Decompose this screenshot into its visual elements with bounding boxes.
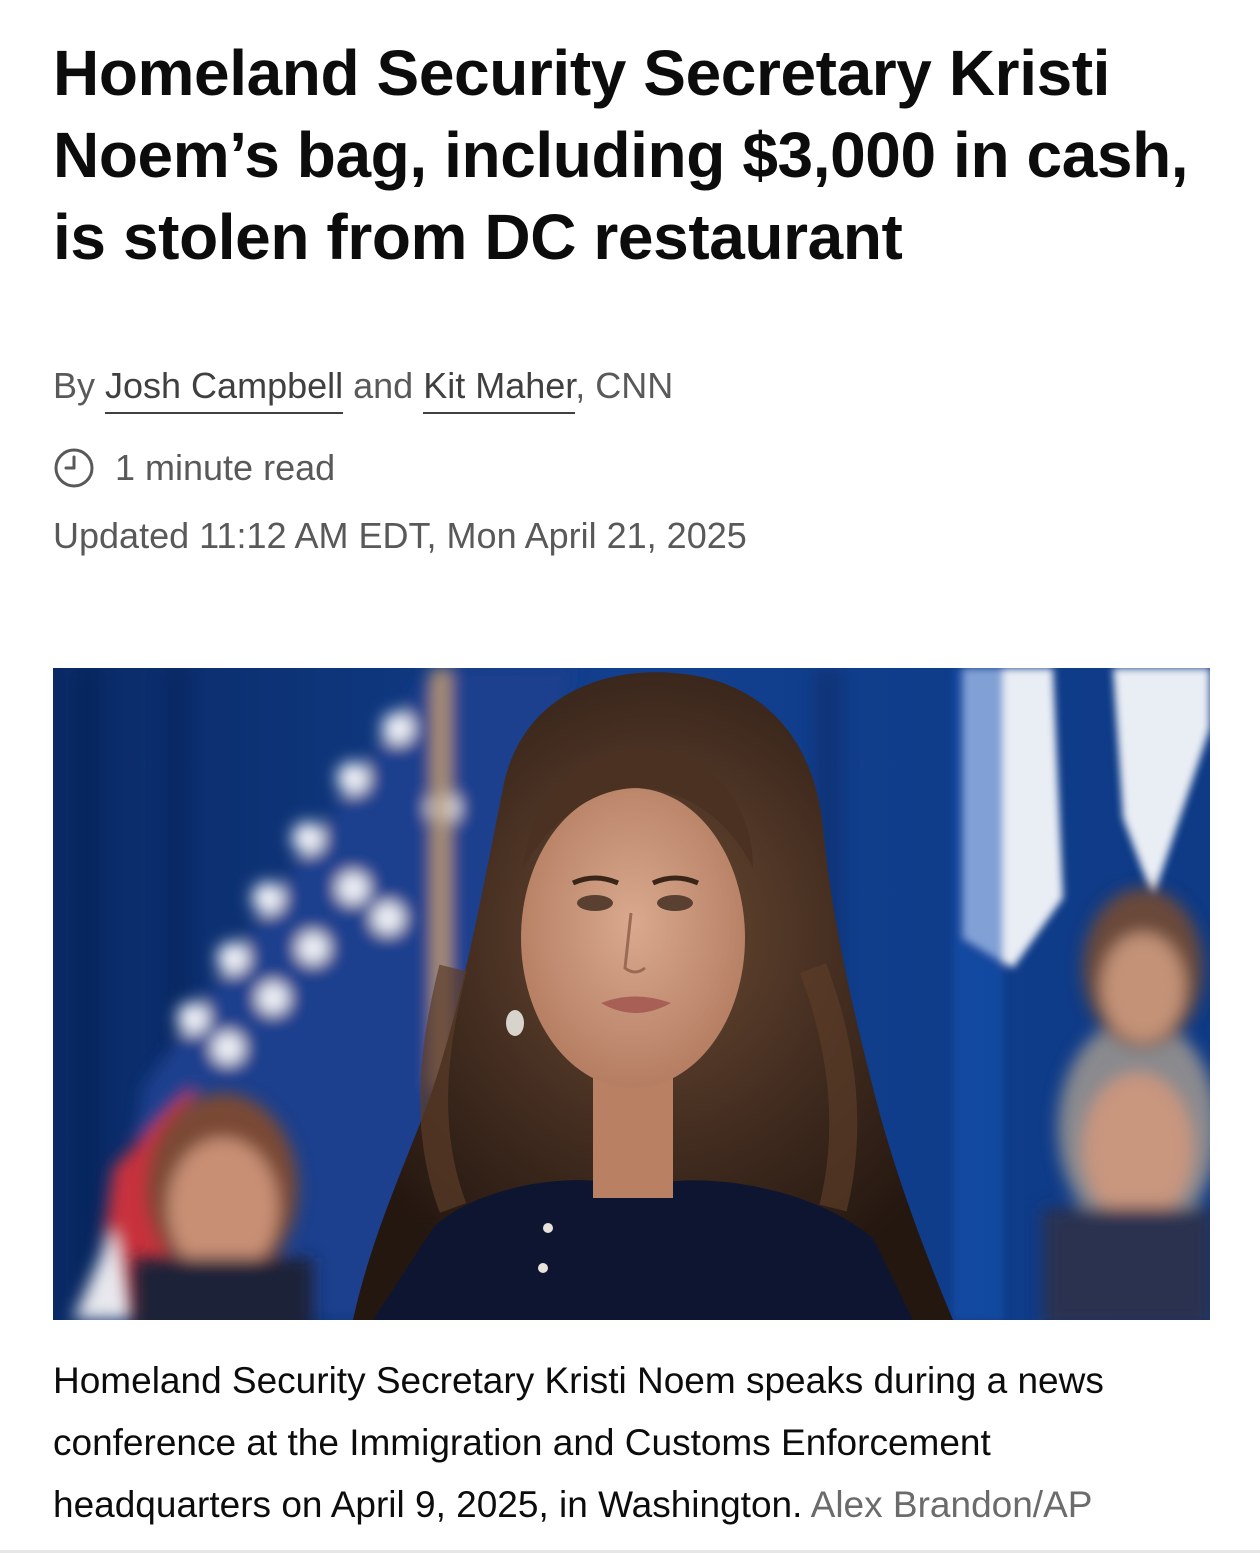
byline-suffix: , CNN (575, 365, 674, 406)
author-link-josh-campbell[interactable]: Josh Campbell (105, 365, 344, 414)
byline-joiner: and (343, 365, 424, 406)
photo-caption: Homeland Security Secretary Kristi Noem … (53, 1350, 1213, 1536)
clock-icon (53, 447, 95, 489)
author-link-kit-maher[interactable]: Kit Maher (423, 365, 576, 414)
read-time: 1 minute read (53, 446, 335, 490)
headline: Homeland Security Secretary Kristi Noem’… (53, 37, 1189, 273)
lead-photo-image (53, 668, 1210, 1320)
read-time-label: 1 minute read (115, 447, 336, 488)
lead-photo (53, 668, 1210, 1320)
byline: By Josh Campbell and Kit Maher, CNN (53, 364, 674, 414)
photo-credit: Alex Brandon/AP (810, 1484, 1093, 1525)
byline-prefix: By (53, 365, 106, 406)
updated-timestamp: Updated 11:12 AM EDT, Mon April 21, 2025 (53, 515, 747, 556)
